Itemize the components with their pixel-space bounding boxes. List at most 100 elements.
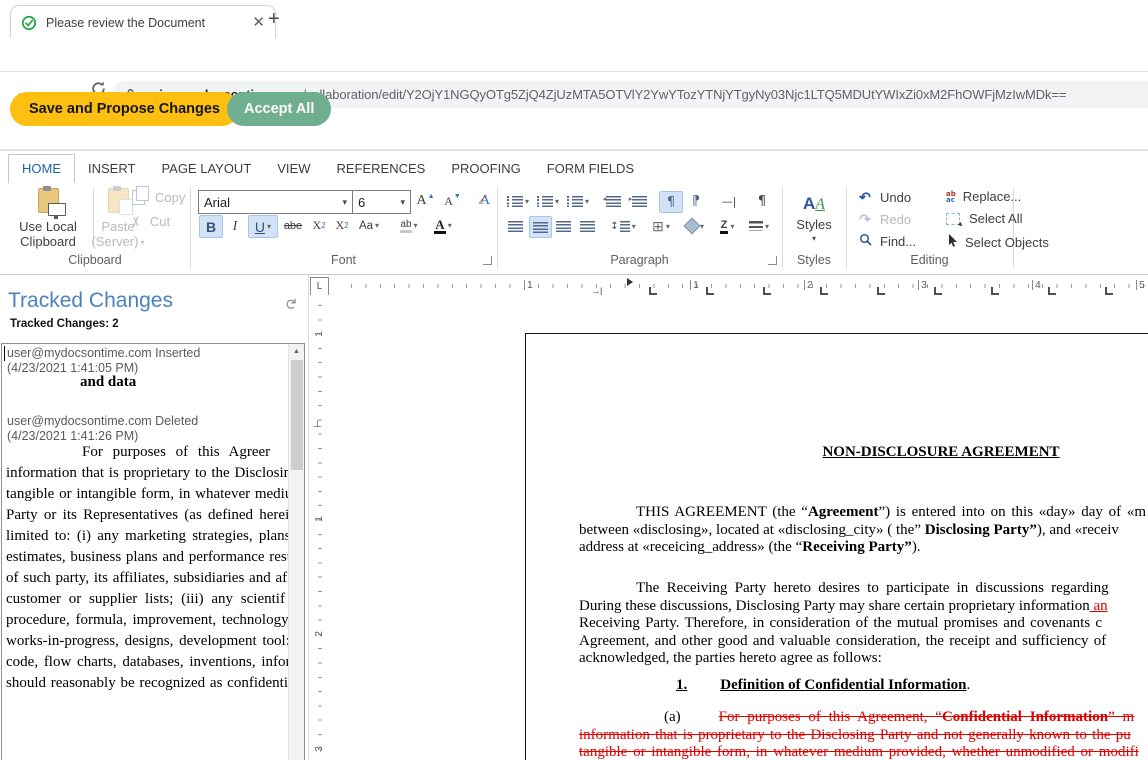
italic-button[interactable]: I [226, 215, 244, 236]
document-page[interactable]: NON-DISCLOSURE AGREEMENT THIS AGREEMENT … [525, 333, 1148, 760]
tracked-changes-list[interactable]: user@mydocsontime.com Inserted (4/23/202… [1, 343, 305, 760]
tracked-deletion: For purposes of this Agreement, “Confide… [719, 709, 1134, 725]
vertical-ruler[interactable]: 1 ⊥ 1 2 3 [310, 295, 330, 760]
clear-formatting-button[interactable]: A ⁄ [474, 190, 496, 212]
font-dialog-launcher[interactable] [483, 256, 492, 265]
bold-button[interactable]: B [199, 215, 223, 238]
tab-form-fields[interactable]: FORM FIELDS [534, 155, 647, 183]
replace-button[interactable]: abac Replace... [946, 189, 1021, 204]
tab-references[interactable]: REFERENCES [324, 155, 439, 183]
panel-scrollbar[interactable]: ▲ [288, 344, 304, 760]
accept-all-button[interactable]: Accept All [227, 92, 331, 126]
cursor-arrow-icon [947, 233, 959, 252]
numbered-list-icon [537, 196, 553, 207]
increase-indent-button[interactable]: ▸ [627, 191, 649, 211]
browser-window: Please review the Document ✕ + ← → esign… [0, 0, 1148, 760]
column-break-button[interactable]: —| [717, 191, 741, 211]
tab-stop-marker[interactable] [763, 287, 771, 295]
scrollbar-thumb[interactable] [291, 360, 303, 470]
decrease-indent-button[interactable]: ◂ [601, 191, 623, 211]
undo-button[interactable]: ↶ Undo [856, 189, 911, 206]
tab-page-layout[interactable]: PAGE LAYOUT [148, 155, 264, 183]
font-color-button[interactable]: A [429, 215, 457, 236]
browser-toolbar: ← → esign.mydocsontime.com/collaboration… [0, 38, 1148, 72]
subscript-button[interactable]: X2 [309, 215, 329, 236]
bullet-list-button[interactable] [505, 191, 531, 211]
panel-divider [308, 275, 309, 760]
align-left-button[interactable] [505, 216, 526, 236]
tracked-changes-count: Tracked Changes: 2 [10, 318, 119, 330]
numbered-list-button[interactable] [535, 191, 561, 211]
deleted-text-line: procedure, formula, improvement, technol… [6, 612, 289, 629]
strikethrough-button[interactable]: abe [280, 215, 306, 236]
paragraph-line: During these discussions, Disclosing Par… [579, 598, 1108, 616]
tab-stop-marker[interactable] [877, 287, 885, 295]
font-size-select[interactable]: 6 ▾ [352, 190, 411, 214]
save-and-propose-button[interactable]: Save and Propose Changes [10, 92, 239, 126]
align-right-button[interactable] [553, 216, 574, 236]
borders-button[interactable]: ⊞ [647, 216, 675, 236]
font-family-select[interactable]: Arial ▾ [198, 190, 353, 214]
select-objects-button[interactable]: Select Objects [947, 233, 1049, 252]
underline-button[interactable]: U [248, 215, 278, 238]
horizontal-ruler[interactable]: 1 1 2 3 4 5 →| [331, 277, 1148, 295]
show-formatting-marks-button[interactable]: ¶ [751, 191, 773, 211]
justify-icon [580, 221, 595, 232]
rtl-paragraph-button[interactable]: ¶ [685, 191, 707, 211]
tab-stop-marker[interactable] [1105, 287, 1113, 295]
group-caption-styles: Styles [782, 253, 846, 267]
tab-stop-marker[interactable] [991, 287, 999, 295]
tab-stop-marker[interactable] [649, 287, 657, 295]
use-local-clipboard-button[interactable]: Use Local Clipboard [8, 187, 88, 249]
clipboard-icon [38, 188, 59, 213]
shrink-font-button[interactable]: A▼ [440, 190, 464, 212]
tab-insert[interactable]: INSERT [75, 155, 148, 183]
tab-close-icon[interactable]: ✕ [252, 15, 265, 30]
ltr-paragraph-button[interactable]: ¶ [659, 191, 683, 213]
grow-font-button[interactable]: A▲ [413, 190, 437, 212]
browser-tab[interactable]: Please review the Document ✕ [10, 5, 276, 39]
styles-button[interactable]: AA Styles ▾ [788, 188, 840, 248]
tab-proofing[interactable]: PROOFING [438, 155, 533, 183]
new-tab-button[interactable]: + [268, 9, 280, 29]
ruler-label: 2 [313, 631, 325, 637]
first-line-indent-marker[interactable] [627, 278, 633, 286]
paragraph-line: Agreement, and other good and valuable c… [579, 633, 1106, 651]
tab-stop-marker[interactable] [1048, 287, 1056, 295]
deleted-text-line: customer or supplier lists; (iii) any sc… [6, 591, 285, 608]
scrollbar-up-arrow[interactable]: ▲ [289, 344, 304, 359]
tab-stop-marker[interactable] [934, 287, 942, 295]
tab-stop-marker[interactable] [820, 287, 828, 295]
change-case-button[interactable]: Aa [355, 215, 383, 236]
justify-button[interactable] [577, 216, 598, 236]
tab-stop-marker[interactable] [706, 287, 714, 295]
font-family-value: Arial [204, 195, 230, 210]
tab-stop-selector[interactable]: L [310, 277, 329, 296]
document-canvas[interactable]: NON-DISCLOSURE AGREEMENT THIS AGREEMENT … [331, 295, 1148, 760]
shading-button[interactable] [681, 216, 709, 236]
ruler-label: 1 [527, 279, 533, 291]
highlight-pen-icon: ab [400, 219, 411, 233]
refresh-icon[interactable]: ↻ [281, 298, 299, 311]
line-spacing-button[interactable]: ↕ [609, 216, 637, 236]
tab-view[interactable]: VIEW [264, 155, 323, 183]
align-center-button[interactable] [529, 216, 552, 238]
deleted-text-line: estimates, business plans and performanc… [6, 549, 294, 566]
multilevel-list-button[interactable] [565, 191, 591, 211]
paste-icon [108, 188, 129, 213]
deleted-text-line: tangible or intangible form, in whatever… [6, 486, 297, 503]
multilevel-list-icon [567, 196, 583, 207]
deleted-text-line: works-in-progress, designs, development … [6, 633, 290, 650]
deleted-text-line: information that is proprietary to the D… [6, 465, 291, 482]
tab-home[interactable]: HOME [8, 154, 75, 183]
select-all-button[interactable]: Select All [946, 211, 1022, 226]
highlight-color-button[interactable]: ab [394, 215, 424, 236]
align-center-icon [533, 222, 548, 233]
border-color-button[interactable]: Z [713, 216, 741, 236]
find-button[interactable]: Find... [856, 233, 916, 249]
superscript-button[interactable]: X2 [332, 215, 352, 236]
horizontal-line-button[interactable] [745, 216, 773, 236]
copy-label: Copy [155, 190, 185, 205]
replace-label: Replace... [963, 189, 1022, 204]
paragraph-dialog-launcher[interactable] [768, 256, 777, 265]
